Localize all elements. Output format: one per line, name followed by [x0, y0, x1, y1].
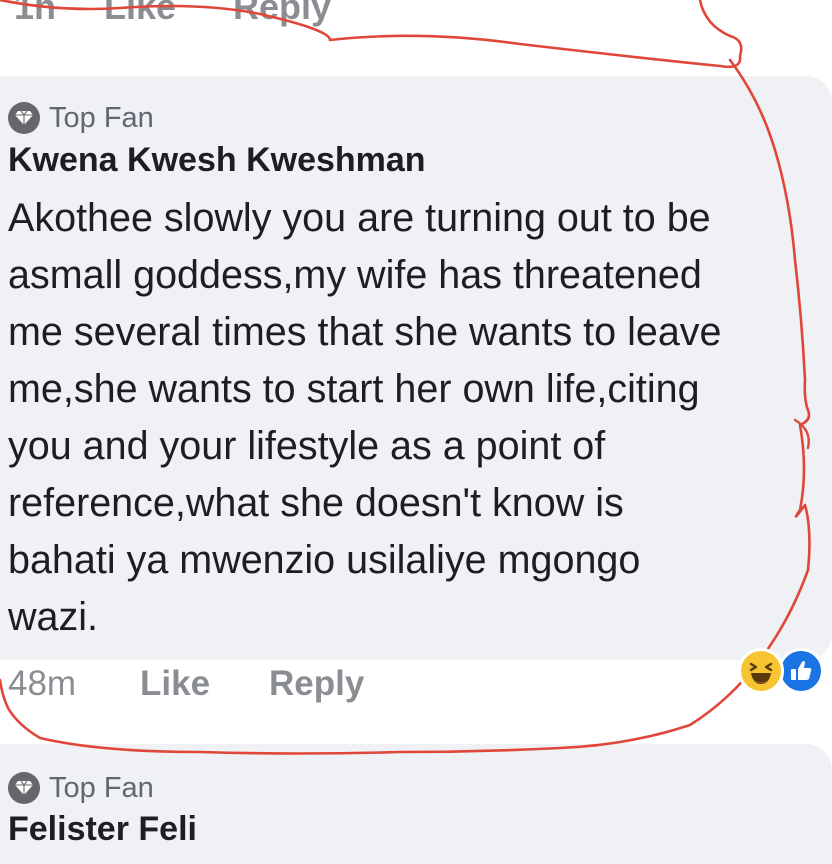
- top-fan-badge: Top Fan: [8, 98, 154, 138]
- badge-label: Top Fan: [49, 101, 154, 134]
- reactions-summary[interactable]: [738, 648, 830, 694]
- comment-text-line: asmall goddess,my wife has threatened: [8, 253, 702, 297]
- diamond-icon: [8, 772, 40, 804]
- badge-label: Top Fan: [49, 771, 154, 804]
- comment-author-name[interactable]: Kwena Kwesh Kweshman: [8, 141, 426, 180]
- comment-text-line: wazi.: [8, 595, 98, 639]
- haha-icon: [738, 648, 784, 694]
- next-comment-author-name[interactable]: Felister Feli: [8, 810, 197, 849]
- previous-like-button[interactable]: Like: [104, 0, 176, 28]
- previous-reply-button[interactable]: Reply: [233, 0, 331, 28]
- comment-text-line: Akothee slowly you are turning out to be: [8, 196, 711, 240]
- comment-text-line: me several times that she wants to leave: [8, 310, 722, 354]
- comment-text-line: you and your lifestyle as a point of: [8, 424, 606, 468]
- next-top-fan-badge: Top Fan: [8, 768, 154, 808]
- diamond-icon: [8, 102, 40, 134]
- reply-button[interactable]: Reply: [269, 664, 364, 704]
- comment-text: Akothee slowly you are turning out to be…: [8, 190, 832, 646]
- comment-timestamp[interactable]: 48m: [8, 664, 76, 704]
- comment-text-line: me,she wants to start her own life,citin…: [8, 367, 700, 411]
- like-thumb-icon: [778, 648, 824, 694]
- previous-comment-actions: 1h Like Reply: [0, 0, 832, 46]
- comment-text-line: reference,what she doesn't know is: [8, 481, 624, 525]
- comment-text-line: bahati ya mwenzio usilaliye mgongo: [8, 538, 641, 582]
- like-button[interactable]: Like: [140, 664, 210, 704]
- previous-comment-time: 1h: [14, 0, 57, 27]
